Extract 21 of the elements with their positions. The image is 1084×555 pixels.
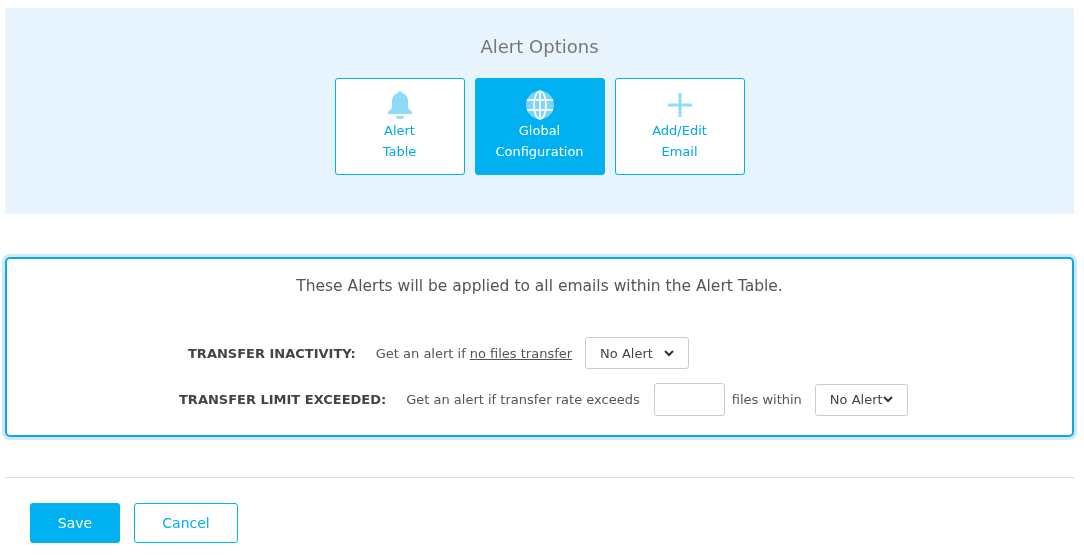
- globe-icon: [524, 89, 555, 120]
- intro-text: These Alerts will be applied to all emails within the Alert Table.: [295, 276, 784, 297]
- plus-icon: [667, 92, 692, 117]
- row-text: Get an alert if: [375, 344, 466, 363]
- row-label: TRANSFER INACTIVITY:: [188, 344, 356, 363]
- save-button[interactable]: Save: [30, 503, 120, 543]
- rate-input[interactable]: [653, 383, 725, 417]
- caret-icon: [664, 349, 675, 357]
- option-tab[interactable]: Add/Edit Email: [614, 78, 745, 175]
- header-title: Alert Options: [480, 35, 599, 59]
- bell-icon: [386, 89, 413, 120]
- alert-select[interactable]: No Alert: [814, 383, 908, 416]
- cancel-button[interactable]: Cancel: [134, 503, 238, 543]
- row-text: Get an alert if transfer rate exceeds: [406, 391, 640, 409]
- files-within-text: files within: [731, 391, 802, 409]
- alert-select[interactable]: No Alert: [585, 337, 690, 370]
- option-tab[interactable]: Global Configuration: [474, 78, 605, 175]
- row-label: TRANSFER LIMIT EXCEEDED:: [179, 391, 387, 409]
- caret-icon: [882, 396, 893, 404]
- no-files-transfer-link[interactable]: no files transfer: [469, 343, 573, 363]
- option-tab[interactable]: Alert Table: [334, 78, 465, 175]
